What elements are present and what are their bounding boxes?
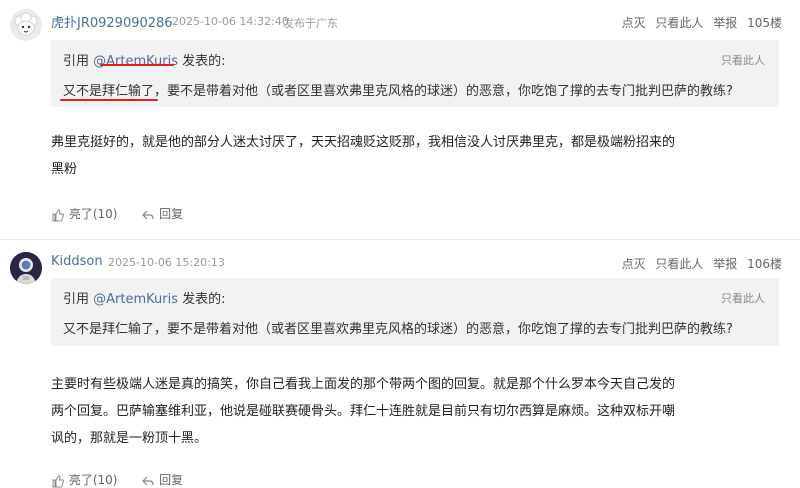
report-button[interactable]: 举报: [713, 16, 737, 30]
post-body: 弗里克挺好的，就是他的部分人迷太讨厌了，天天招魂贬这贬那，我相信没人讨厌弗里克，…: [51, 129, 675, 183]
post-location: 发布于广东: [283, 17, 338, 30]
quote-header: 引用 @ArtemKuris 发表的:: [63, 50, 226, 69]
like-count: 亮了(10): [68, 207, 118, 221]
sheep-avatar-icon: [10, 9, 42, 41]
report-button[interactable]: 举报: [713, 257, 737, 271]
username[interactable]: 虎扑JR0929090286: [51, 12, 173, 31]
body-line: 主要时有些极端人迷是真的搞笑，你自己看我上面发的那个带两个图的回复。就是那个什么…: [51, 377, 676, 392]
like-count: 亮了(10): [68, 473, 118, 487]
quote-block: 引用 @ArtemKuris 发表的: 只看此人 又不是拜仁输了，要不是带着对他…: [51, 278, 779, 346]
user-avatar[interactable]: [10, 252, 42, 284]
thumbs-up-icon: [52, 208, 64, 221]
body-line: 讽的，那就是一粉顶十黑。: [51, 431, 208, 446]
reply-arrow-icon: [142, 210, 154, 219]
post-datetime: 2025-10-06 14:32:40: [172, 15, 289, 28]
downvote-button[interactable]: 点灭: [622, 257, 646, 271]
post-body: 主要时有些极端人迷是真的搞笑，你自己看我上面发的那个带两个图的回复。就是那个什么…: [51, 371, 675, 452]
quote-suffix: 发表的:: [182, 54, 226, 69]
annotation-underline: [60, 99, 158, 101]
post-106: Kiddson 2025-10-06 15:20:13 点灭 只看此人 举报 1…: [0, 240, 800, 488]
like-button[interactable]: 亮了(10): [51, 473, 121, 487]
reaction-bar: 亮了(10) 回复: [51, 205, 183, 222]
only-this-user-button[interactable]: 只看此人: [655, 257, 703, 271]
reaction-bar: 亮了(10) 回复: [51, 471, 183, 488]
post-105: 虎扑JR0929090286 2025-10-06 14:32:40 发布于广东…: [0, 0, 800, 238]
downvote-button[interactable]: 点灭: [622, 16, 646, 30]
reply-button[interactable]: 回复: [141, 207, 183, 221]
quoted-user-link[interactable]: @ArtemKuris: [93, 292, 178, 307]
quote-only-this-user[interactable]: 只看此人: [721, 52, 765, 68]
user-avatar[interactable]: [10, 9, 42, 41]
annotation-underline: [100, 64, 174, 66]
floor-number: 105楼: [747, 16, 782, 30]
like-button[interactable]: 亮了(10): [51, 207, 121, 221]
quote-only-this-user[interactable]: 只看此人: [721, 290, 765, 306]
astronaut-avatar-icon: [10, 252, 42, 284]
quote-block: 引用 @ArtemKuris 发表的: 只看此人 又不是拜仁输了，要不是带着对他…: [51, 40, 779, 107]
quote-suffix: 发表的:: [182, 292, 226, 307]
post-datetime: 2025-10-06 15:20:13: [108, 256, 225, 269]
post-actions: 点灭 只看此人 举报 106楼: [616, 255, 782, 272]
username[interactable]: Kiddson: [51, 254, 103, 269]
reply-button[interactable]: 回复: [141, 473, 183, 487]
body-line: 弗里克挺好的，就是他的部分人迷太讨厌了，天天招魂贬这贬那，我相信没人讨厌弗里克，…: [51, 135, 676, 150]
quote-prefix: 引用: [63, 292, 90, 307]
reply-label: 回复: [159, 207, 184, 221]
quote-text: 又不是拜仁输了，要不是带着对他（或者区里喜欢弗里克风格的球迷）的恶意，你吃饱了撑…: [63, 84, 733, 99]
floor-number: 106楼: [747, 257, 782, 271]
quote-prefix: 引用: [63, 54, 90, 69]
reply-label: 回复: [159, 473, 184, 487]
body-line: 两个回复。巴萨输塞维利亚，他说是碰联赛硬骨头。拜仁十连胜就是目前只有切尔西算是麻…: [51, 404, 676, 419]
quote-header: 引用 @ArtemKuris 发表的:: [63, 288, 226, 307]
quoted-user-link[interactable]: @ArtemKuris: [93, 54, 178, 69]
body-line: 黑粉: [51, 162, 78, 177]
reply-arrow-icon: [142, 476, 154, 485]
quote-text: 又不是拜仁输了，要不是带着对他（或者区里喜欢弗里克风格的球迷）的恶意，你吃饱了撑…: [63, 322, 733, 337]
only-this-user-button[interactable]: 只看此人: [655, 16, 703, 30]
thumbs-up-icon: [52, 474, 64, 487]
post-actions: 点灭 只看此人 举报 105楼: [616, 14, 782, 31]
